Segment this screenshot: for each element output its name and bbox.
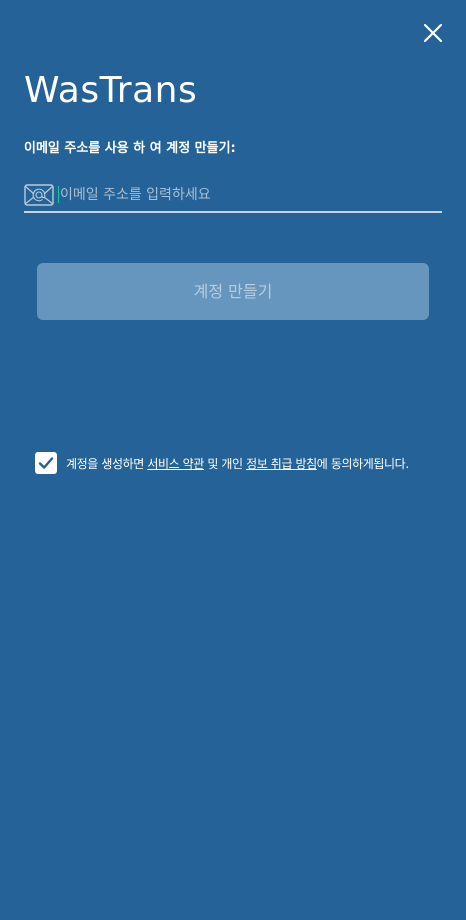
- close-icon: [423, 23, 443, 43]
- create-account-button[interactable]: 계정 만들기: [37, 263, 429, 320]
- consent-text: 계정을 생성하면 서비스 약관 및 개인 정보 취급 방침에 동의하게됩니다.: [66, 455, 409, 472]
- consent-text-middle: 및 개인: [203, 456, 247, 471]
- consent-text-after: 에 동의하게됩니다.: [316, 456, 409, 471]
- text-caret: [58, 186, 59, 203]
- email-input[interactable]: [60, 180, 440, 210]
- email-field-row: [24, 180, 442, 213]
- consent-checkbox[interactable]: [35, 452, 57, 474]
- privacy-policy-link[interactable]: 정보 취급 방침: [246, 457, 317, 471]
- app-title: WasTrans: [24, 70, 198, 111]
- close-button[interactable]: [420, 20, 446, 46]
- form-subtitle: 이메일 주소를 사용 하 여 계정 만들기:: [24, 141, 236, 156]
- email-at-icon: [24, 184, 54, 206]
- consent-text-before: 계정을 생성하면: [66, 456, 148, 471]
- consent-row: 계정을 생성하면 서비스 약관 및 개인 정보 취급 방침에 동의하게됩니다.: [35, 451, 455, 475]
- checkmark-icon: [38, 457, 54, 469]
- terms-of-service-link[interactable]: 서비스 약관: [147, 457, 204, 471]
